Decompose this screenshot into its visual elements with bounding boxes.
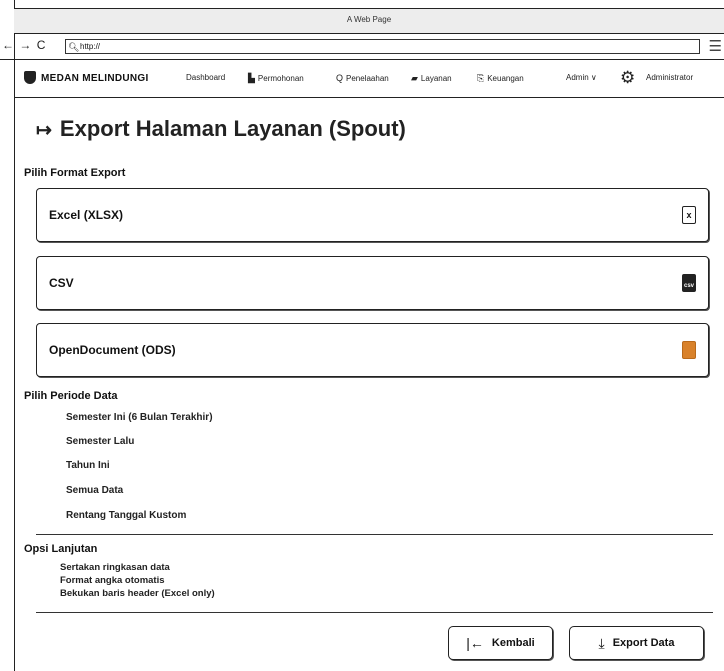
forward-arrow-icon[interactable]: → (19, 38, 32, 52)
period-section-label: Pilih Periode Data (24, 390, 118, 402)
page-title: ↦ Export Halaman Layanan (Spout) (36, 116, 406, 142)
chevron-down-icon: ∨ (590, 73, 597, 82)
back-button-label: Kembali (491, 637, 535, 649)
divider (36, 534, 713, 535)
top-navigation: MEDAN MELINDUNGI Dashboard ▙ Permohonan Q… (14, 60, 724, 98)
format-option-xlsx[interactable]: Excel (XLSX) x (36, 188, 709, 242)
window-title: A Web Page (346, 15, 392, 24)
nav-item-permohonan[interactable]: ▙ Permohonan (248, 73, 304, 84)
nav-item-layanan[interactable]: ▰ Layanan (411, 73, 452, 84)
period-option[interactable]: Semester Lalu (66, 436, 134, 447)
document-icon: ▙ (248, 73, 255, 83)
format-option-ods[interactable]: OpenDocument (ODS) (36, 323, 709, 377)
advanced-option[interactable]: Bekukan baris header (Excel only) (60, 588, 215, 599)
divider (36, 612, 713, 613)
brand-logo[interactable]: MEDAN MELINDUNGI (24, 71, 149, 84)
search-icon: 🔍︎ (68, 42, 80, 52)
nav-item-label: Layanan (420, 74, 452, 83)
format-section-label: Pilih Format Export (24, 167, 126, 179)
admin-label: Admin (566, 73, 589, 82)
brand-name: MEDAN MELINDUNGI (41, 73, 149, 84)
format-option-csv[interactable]: CSV csv (36, 256, 709, 310)
ods-file-icon (682, 341, 696, 359)
export-button[interactable]: ⤓ Export Data (569, 626, 704, 660)
shield-icon (24, 71, 36, 84)
window-titlebar: A Web Page (14, 8, 724, 34)
back-button[interactable]: |← Kembali (448, 626, 553, 660)
search-icon: Q (336, 73, 344, 83)
advanced-section-label: Opsi Lanjutan (24, 543, 98, 555)
nav-item-label: Keuangan (487, 74, 524, 83)
reload-icon[interactable]: C (37, 38, 47, 52)
administrator-link[interactable]: Administrator (646, 73, 693, 82)
browser-nav: ← → C (2, 38, 46, 52)
wallet-icon: ⎘ (477, 73, 485, 83)
period-option[interactable]: Rentang Tanggal Kustom (66, 510, 186, 521)
advanced-option[interactable]: Format angka otomatis (60, 575, 165, 586)
nav-item-keuangan[interactable]: ⎘ Keuangan (477, 73, 524, 84)
period-option[interactable]: Tahun Ini (66, 460, 110, 471)
format-label: OpenDocument (ODS) (49, 343, 176, 357)
period-option[interactable]: Semua Data (66, 485, 123, 496)
format-label: Excel (XLSX) (49, 208, 124, 222)
nav-item-penelaahan[interactable]: Q Penelaahan (336, 73, 389, 83)
page-title-text: Export Halaman Layanan (Spout) (59, 116, 406, 141)
advanced-option[interactable]: Sertakan ringkasan data (60, 562, 170, 573)
gear-icon[interactable]: ⚙ (620, 68, 635, 88)
format-label: CSV (49, 276, 74, 290)
handshake-icon: ▰ (411, 73, 418, 83)
csv-file-icon: csv (682, 274, 696, 292)
back-arrow-icon[interactable]: ← (2, 38, 15, 52)
nav-item-label: Permohonan (257, 74, 304, 83)
nav-item-dashboard[interactable]: Dashboard (186, 73, 225, 82)
nav-item-label: Penelaahan (346, 74, 389, 83)
menu-icon[interactable]: ☰ (709, 37, 722, 55)
export-icon: ↦ (36, 120, 52, 141)
url-input[interactable]: 🔍︎ http:// (65, 39, 700, 54)
period-option[interactable]: Semester Ini (6 Bulan Terakhir) (66, 412, 213, 423)
download-icon: ⤓ (598, 634, 605, 651)
excel-file-icon: x (682, 206, 696, 224)
url-text: http:// (80, 42, 101, 51)
back-arrow-icon: |← (466, 635, 484, 651)
admin-dropdown[interactable]: Admin ∨ (566, 73, 597, 82)
browser-toolbar: ← → C 🔍︎ http:// ☰ (0, 34, 724, 60)
nav-item-label: Dashboard (186, 73, 226, 82)
export-button-label: Export Data (612, 637, 675, 649)
